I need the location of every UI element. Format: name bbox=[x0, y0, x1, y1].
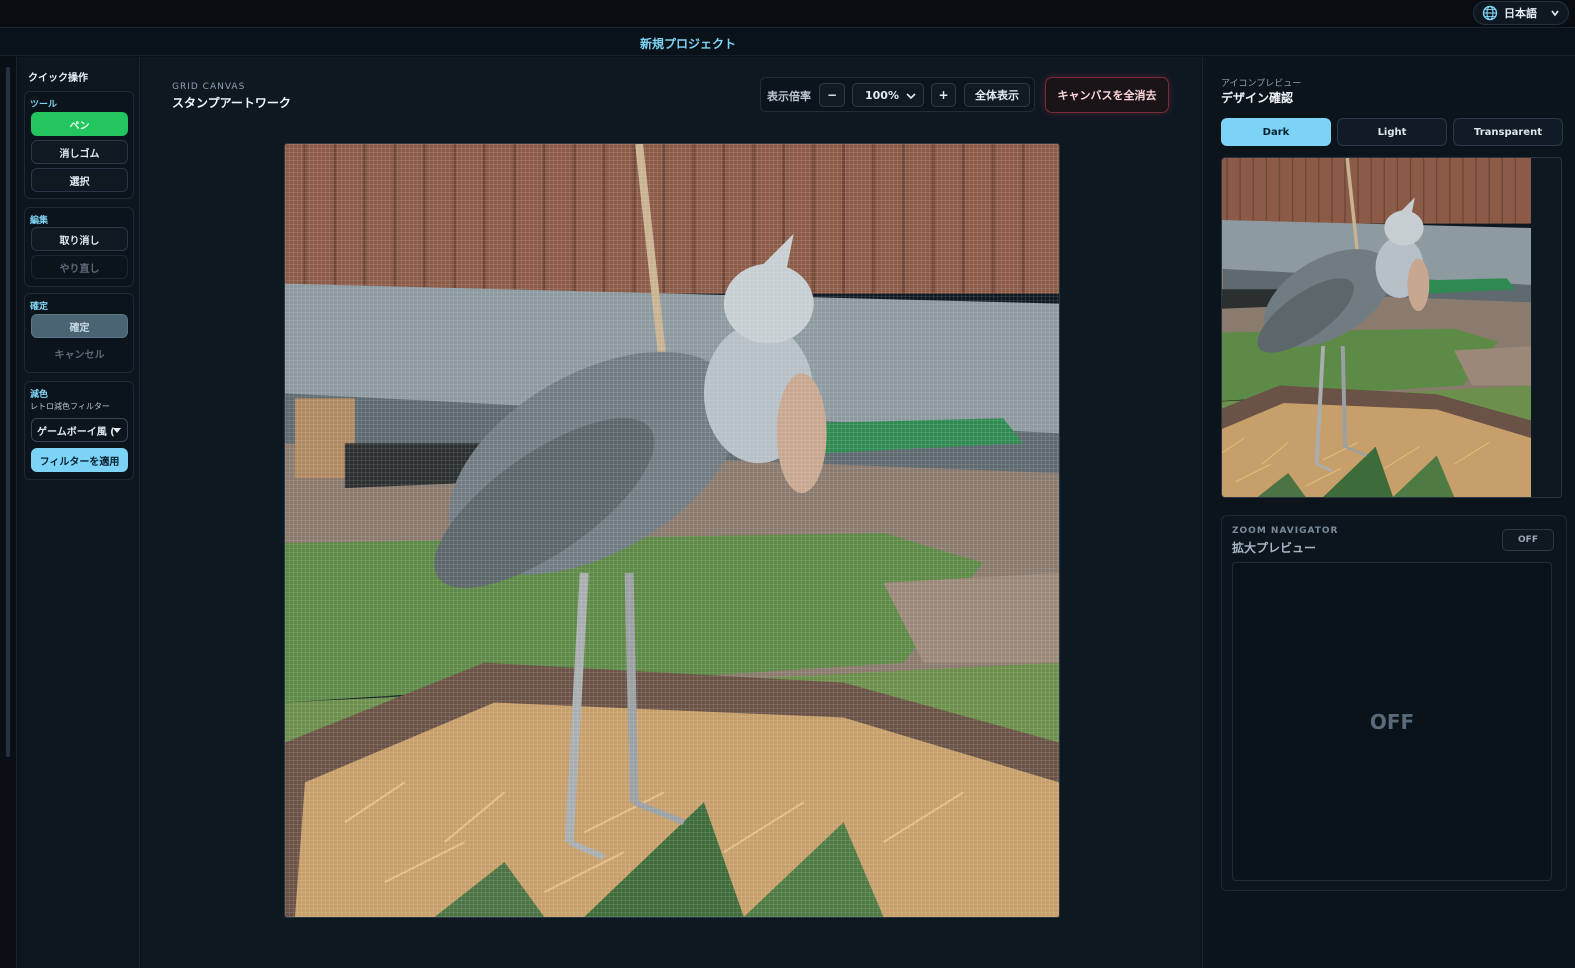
retro-filter-label: レトロ減色フィルター bbox=[30, 402, 110, 411]
icon-preview bbox=[1221, 157, 1562, 498]
pen-button[interactable]: ペン bbox=[31, 112, 128, 136]
edit-group: 編集 取り消し やり直し bbox=[24, 207, 134, 287]
preview-image bbox=[1222, 158, 1561, 497]
zoom-navigator-view: OFF bbox=[1232, 562, 1552, 881]
project-title-bar: 新規プロジェクト bbox=[0, 29, 1575, 56]
tools-label: ツール bbox=[30, 100, 58, 110]
zoom-out-button[interactable]: − bbox=[819, 83, 845, 107]
zoom-navigator-toggle[interactable]: OFF bbox=[1502, 529, 1554, 551]
sidebar-title: クイック操作 bbox=[28, 73, 88, 84]
clear-canvas-button[interactable]: キャンバスを全消去 bbox=[1045, 77, 1169, 113]
zoom-navigator-kicker: ZOOM NAVIGATOR bbox=[1232, 526, 1339, 536]
redo-button[interactable]: やり直し bbox=[31, 255, 128, 279]
eraser-button[interactable]: 消しゴム bbox=[31, 140, 128, 164]
globe-icon bbox=[1482, 5, 1498, 21]
language-label: 日本語 bbox=[1504, 7, 1537, 20]
zoom-navigator-off-text: OFF bbox=[1369, 709, 1415, 734]
zoom-navigator: ZOOM NAVIGATOR 拡大プレビュー OFF OFF bbox=[1221, 515, 1567, 891]
theme-transparent-button[interactable]: Transparent bbox=[1453, 118, 1563, 146]
chevron-down-icon bbox=[1551, 10, 1559, 17]
zoom-controls: 表示倍率 − 100% + 全体表示 bbox=[760, 77, 1035, 112]
commit-label: 確定 bbox=[30, 302, 49, 312]
cancel-button[interactable]: キャンセル bbox=[31, 341, 128, 365]
color-reduce-label: 減色 bbox=[30, 390, 49, 400]
sidebar-scrollbar[interactable] bbox=[0, 57, 17, 968]
top-bar: 日本語 bbox=[0, 0, 1575, 28]
preview-title: デザイン確認 bbox=[1221, 91, 1294, 105]
canvas-title: スタンプアートワーク bbox=[172, 96, 291, 110]
pixel-canvas[interactable] bbox=[284, 143, 1060, 918]
zoom-select[interactable]: 100% bbox=[852, 83, 924, 107]
confirm-button[interactable]: 確定 bbox=[31, 314, 128, 338]
commit-group: 確定 確定 キャンセル bbox=[24, 293, 134, 373]
fit-view-button[interactable]: 全体表示 bbox=[964, 83, 1030, 107]
filter-select[interactable]: ゲームボーイ風 (4色 bbox=[31, 418, 128, 442]
zoom-value: 100% bbox=[865, 88, 899, 102]
canvas-area: GRID CANVAS スタンプアートワーク 表示倍率 − 100% + 全体表… bbox=[141, 57, 1201, 968]
zoom-label: 表示倍率 bbox=[767, 90, 811, 103]
project-title: 新規プロジェクト bbox=[640, 37, 737, 51]
theme-dark-button[interactable]: Dark bbox=[1221, 118, 1331, 146]
scrollbar-thumb[interactable] bbox=[6, 67, 10, 757]
filter-select-value: ゲームボーイ風 (4色 bbox=[37, 426, 115, 438]
zoom-in-button[interactable]: + bbox=[931, 83, 956, 107]
zoom-navigator-title: 拡大プレビュー bbox=[1232, 541, 1317, 555]
preview-panel: アイコンプレビュー デザイン確認 Dark Light Transparent … bbox=[1202, 57, 1575, 968]
chevron-down-icon bbox=[906, 93, 916, 100]
select-button[interactable]: 選択 bbox=[31, 168, 128, 192]
apply-filter-button[interactable]: フィルターを適用 bbox=[31, 448, 128, 472]
tools-group: ツール ペン 消しゴム 選択 bbox=[24, 91, 134, 199]
quick-actions-sidebar: クイック操作 ツール ペン 消しゴム 選択 編集 取り消し やり直し 確定 確定… bbox=[18, 57, 140, 968]
caret-down-icon bbox=[113, 428, 121, 433]
preview-kicker: アイコンプレビュー bbox=[1221, 79, 1302, 89]
language-selector[interactable]: 日本語 bbox=[1473, 1, 1569, 25]
canvas-kicker: GRID CANVAS bbox=[172, 82, 246, 92]
pixel-grid-overlay bbox=[285, 144, 1059, 917]
edit-label: 編集 bbox=[30, 216, 49, 226]
color-reduce-group: 減色 レトロ減色フィルター ゲームボーイ風 (4色 フィルターを適用 bbox=[24, 381, 134, 480]
undo-button[interactable]: 取り消し bbox=[31, 227, 128, 251]
theme-light-button[interactable]: Light bbox=[1337, 118, 1447, 146]
